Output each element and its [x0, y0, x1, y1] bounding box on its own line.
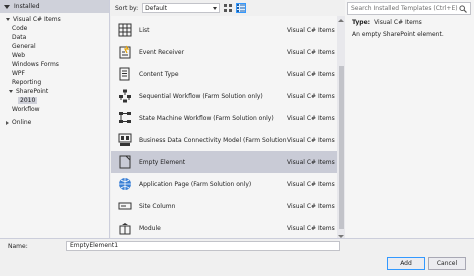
- expand-arrow-icon[interactable]: [6, 18, 10, 21]
- details-view-button[interactable]: [236, 3, 247, 13]
- template-tree: Installed Visual C# Items Code Data General…: [0, 0, 110, 238]
- template-language: Visual C# Items: [287, 70, 335, 78]
- module-icon: [117, 220, 133, 236]
- template-language: Visual C# Items: [287, 224, 335, 232]
- tree-node-label: Web: [12, 52, 26, 59]
- template-description: An empty SharePoint element.: [352, 31, 444, 38]
- content-type-icon: [117, 66, 133, 82]
- template-row[interactable]: Empty Element Visual C# Items: [111, 151, 337, 173]
- chevron-down-icon: [213, 6, 218, 10]
- sequential-workflow-icon: [117, 88, 133, 104]
- list-icon: [117, 22, 133, 38]
- collapsed-arrow-icon[interactable]: [6, 120, 9, 125]
- template-row[interactable]: Business Data Connectivity Model (Farm S…: [111, 129, 337, 151]
- type-value: Visual C# Items: [374, 19, 422, 26]
- tree-node-windows-forms[interactable]: Windows Forms: [0, 60, 109, 69]
- small-icons-grid-icon: [224, 4, 233, 12]
- template-language: Visual C# Items: [287, 26, 335, 34]
- tree-node-reporting[interactable]: Reporting: [0, 78, 109, 87]
- expand-arrow-icon: [4, 4, 10, 9]
- event-receiver-icon: [117, 44, 133, 60]
- tree-node-label: Reporting: [12, 79, 42, 86]
- tree-node-workflow[interactable]: Workflow: [0, 105, 109, 114]
- template-row[interactable]: Event Receiver Visual C# Items: [111, 41, 337, 63]
- template-language: Visual C# Items: [287, 114, 335, 122]
- tree-node-label: Windows Forms: [12, 61, 59, 68]
- template-name: Empty Element: [139, 158, 186, 166]
- template-language: Visual C# Items: [287, 136, 335, 144]
- bdc-model-icon: [117, 132, 133, 148]
- expand-arrow-icon[interactable]: [9, 90, 13, 93]
- tree-node-label: SharePoint: [16, 88, 49, 95]
- sort-dropdown-value: Default: [145, 4, 168, 12]
- scroll-up-icon[interactable]: [338, 19, 344, 22]
- tree-node-online[interactable]: Online: [0, 118, 109, 127]
- details-list-icon: [237, 4, 246, 12]
- name-label: Name:: [8, 243, 28, 250]
- type-info: Type: Visual C# Items: [352, 19, 422, 26]
- tree-node-2010[interactable]: 2010: [0, 96, 109, 105]
- template-name: Event Receiver: [139, 48, 185, 56]
- template-name: Sequential Workflow (Farm Solution only): [139, 92, 263, 100]
- sort-dropdown[interactable]: Default: [142, 3, 221, 13]
- name-field[interactable]: EmptyElement1: [66, 241, 340, 251]
- template-language: Visual C# Items: [287, 92, 335, 100]
- tree-node-label: Code: [12, 25, 28, 32]
- template-name: Content Type: [139, 70, 179, 78]
- template-name: Site Column: [139, 202, 176, 210]
- tree-node-general[interactable]: General: [0, 42, 109, 51]
- tree-node-visual-c-items[interactable]: Visual C# Items: [0, 15, 109, 24]
- tree-node-code[interactable]: Code: [0, 24, 109, 33]
- template-name: List: [139, 26, 150, 34]
- template-name: Module: [139, 224, 161, 232]
- template-name: State Machine Workflow (Farm Solution on…: [139, 114, 274, 122]
- template-row[interactable]: Content Type Visual C# Items: [111, 63, 337, 85]
- type-label: Type:: [352, 19, 371, 26]
- template-row[interactable]: Application Page (Farm Solution only) Vis…: [111, 173, 337, 195]
- template-name: Business Data Connectivity Model (Farm S…: [139, 136, 287, 144]
- state-machine-workflow-icon: [117, 110, 133, 126]
- tree-node-label: 2010: [18, 97, 38, 104]
- tree-node-label: Data: [12, 34, 27, 41]
- search-templates-input[interactable]: Search Installed Templates (Ctrl+E): [347, 2, 471, 15]
- search-icon[interactable]: [459, 5, 467, 13]
- dialog-footer: Name: EmptyElement1 Add Cancel: [0, 238, 474, 276]
- tree-node-label: Online: [12, 119, 32, 126]
- template-language: Visual C# Items: [287, 202, 335, 210]
- site-column-icon: [117, 198, 133, 214]
- tree-node-web[interactable]: Web: [0, 51, 109, 60]
- template-language: Visual C# Items: [287, 158, 335, 166]
- tree-node-wpf[interactable]: WPF: [0, 69, 109, 78]
- template-name: Application Page (Farm Solution only): [139, 180, 252, 188]
- tree-node-label: Visual C# Items: [13, 16, 61, 23]
- tree-node-label: General: [12, 43, 36, 50]
- cancel-button[interactable]: Cancel: [428, 257, 466, 270]
- template-row[interactable]: List Visual C# Items: [111, 19, 337, 41]
- tree-node-label: WPF: [12, 70, 26, 77]
- empty-element-icon: [117, 154, 133, 170]
- template-language: Visual C# Items: [287, 180, 335, 188]
- template-list: List Visual C# Items Event Receiver Visual …: [111, 16, 337, 241]
- template-language: Visual C# Items: [287, 48, 335, 56]
- template-list-scrollbar[interactable]: [337, 16, 345, 241]
- template-row[interactable]: Module Visual C# Items: [111, 217, 337, 239]
- scroll-thumb[interactable]: [338, 66, 344, 229]
- details-pane: Search Installed Templates (Ctrl+E) Type…: [345, 0, 474, 238]
- tree-node-installed[interactable]: Installed: [0, 0, 109, 13]
- tree-node-label: Workflow: [12, 106, 40, 113]
- template-row[interactable]: Sequential Workflow (Farm Solution only)…: [111, 85, 337, 107]
- small-icons-view-button[interactable]: [223, 3, 233, 13]
- search-placeholder: Search Installed Templates (Ctrl+E): [351, 5, 458, 12]
- tree-node-data[interactable]: Data: [0, 33, 109, 42]
- application-page-icon: [117, 176, 133, 192]
- add-button[interactable]: Add: [387, 257, 425, 270]
- tree-node-sharepoint[interactable]: SharePoint: [0, 87, 109, 96]
- sort-label: Sort by:: [115, 4, 139, 12]
- template-row[interactable]: State Machine Workflow (Farm Solution on…: [111, 107, 337, 129]
- tree-node-installed-label: Installed: [14, 3, 40, 10]
- sort-toolbar: Sort by: Default: [111, 0, 341, 16]
- template-row[interactable]: Site Column Visual C# Items: [111, 195, 337, 217]
